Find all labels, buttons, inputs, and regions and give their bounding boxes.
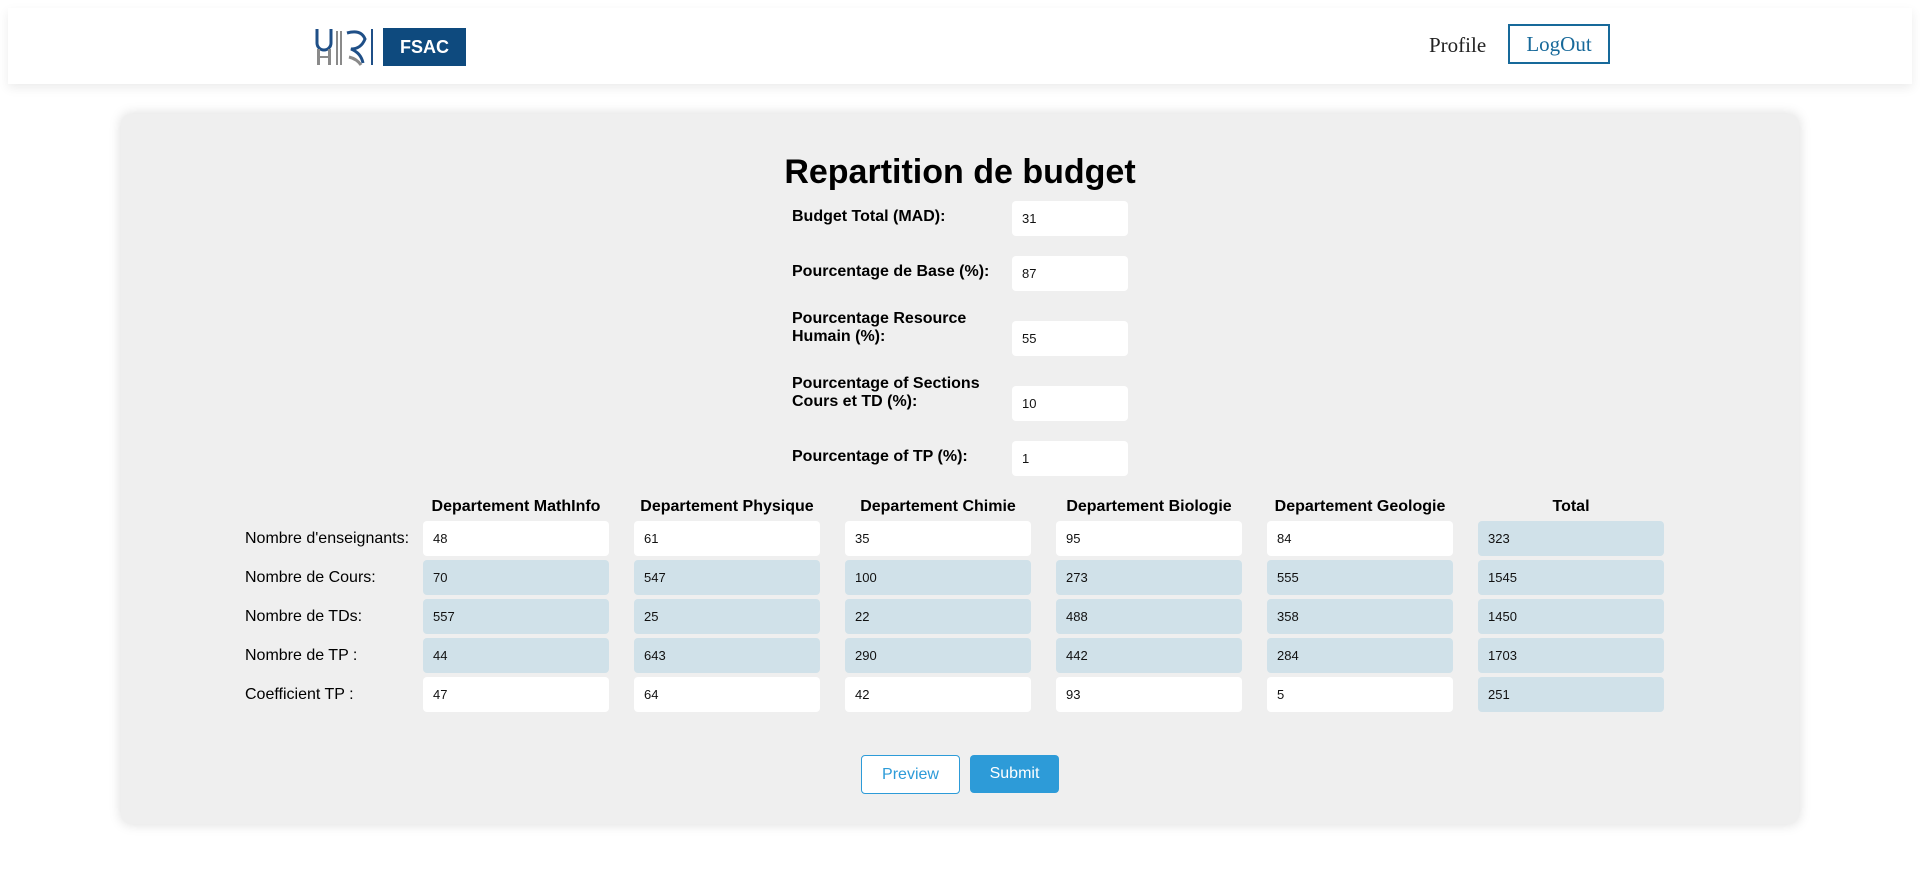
tp-geologie-input	[1267, 638, 1453, 673]
logo-badge: FSAC	[383, 28, 466, 66]
tds-chimie-input	[845, 599, 1031, 634]
cours-biologie-input	[1056, 560, 1242, 595]
budget-card: Repartition de budget Budget Total (MAD)…	[121, 114, 1799, 824]
cours-total-input	[1478, 560, 1664, 595]
coefficient-tp-mathinfo-input[interactable]	[423, 677, 609, 712]
column-header-geologie: Departement Geologie	[1274, 498, 1446, 515]
coefficient-tp-chimie-input[interactable]	[845, 677, 1031, 712]
submit-button[interactable]: Submit	[970, 755, 1059, 793]
coefficient-tp-total-input	[1478, 677, 1664, 712]
enseignants-physique-input[interactable]	[634, 521, 820, 556]
tds-geologie-input	[1267, 599, 1453, 634]
cours-geologie-input	[1267, 560, 1453, 595]
budget-total-input[interactable]	[1012, 201, 1128, 236]
enseignants-chimie-input[interactable]	[845, 521, 1031, 556]
hr-percentage-input[interactable]	[1012, 321, 1128, 356]
page-title: Repartition de budget	[784, 153, 1136, 191]
row-label-tp: Nombre de TP :	[245, 647, 358, 664]
tp-total-input	[1478, 638, 1664, 673]
row-label-cours: Nombre de Cours:	[245, 569, 376, 586]
tp-percentage-input[interactable]	[1012, 441, 1128, 476]
sections-percentage-label: Pourcentage of Sections Cours et TD (%):	[792, 375, 980, 410]
tp-biologie-input	[1056, 638, 1242, 673]
tds-physique-input	[634, 599, 820, 634]
university-logo-icon	[315, 29, 373, 66]
cours-mathinfo-input	[423, 560, 609, 595]
cours-chimie-input	[845, 560, 1031, 595]
enseignants-total-input	[1478, 521, 1664, 556]
column-header-total: Total	[1552, 498, 1590, 515]
cours-physique-input	[634, 560, 820, 595]
column-header-mathinfo: Departement MathInfo	[431, 498, 601, 515]
tds-mathinfo-input	[423, 599, 609, 634]
column-header-biologie: Departement Biologie	[1066, 498, 1232, 515]
row-label-enseignants: Nombre d'enseignants:	[245, 530, 410, 547]
column-header-chimie: Departement Chimie	[860, 498, 1016, 515]
coefficient-tp-biologie-input[interactable]	[1056, 677, 1242, 712]
enseignants-biologie-input[interactable]	[1056, 521, 1242, 556]
column-header-physique: Departement Physique	[640, 498, 814, 515]
budget-total-label: Budget Total (MAD):	[792, 208, 946, 225]
logout-button[interactable]: LogOut	[1508, 24, 1610, 64]
row-label-tds: Nombre de TDs:	[245, 608, 363, 625]
base-percentage-input[interactable]	[1012, 256, 1128, 291]
enseignants-mathinfo-input[interactable]	[423, 521, 609, 556]
fsac-logo[interactable]: FSAC	[315, 27, 467, 67]
tp-chimie-input	[845, 638, 1031, 673]
coefficient-tp-geologie-input[interactable]	[1267, 677, 1453, 712]
tp-physique-input	[634, 638, 820, 673]
profile-link[interactable]: Profile	[1429, 33, 1486, 58]
tp-percentage-label: Pourcentage of TP (%):	[792, 448, 968, 465]
hr-percentage-label: Pourcentage Resource Humain (%):	[792, 310, 967, 345]
tds-total-input	[1478, 599, 1664, 634]
preview-button[interactable]: Preview	[861, 755, 960, 794]
base-percentage-label: Pourcentage de Base (%):	[792, 263, 990, 280]
coefficient-tp-physique-input[interactable]	[634, 677, 820, 712]
tds-biologie-input	[1056, 599, 1242, 634]
sections-percentage-input[interactable]	[1012, 386, 1128, 421]
tp-mathinfo-input	[423, 638, 609, 673]
navbar: FSAC Profile LogOut	[8, 8, 1912, 84]
enseignants-geologie-input[interactable]	[1267, 521, 1453, 556]
row-label-coefficient-tp: Coefficient TP :	[245, 686, 354, 703]
